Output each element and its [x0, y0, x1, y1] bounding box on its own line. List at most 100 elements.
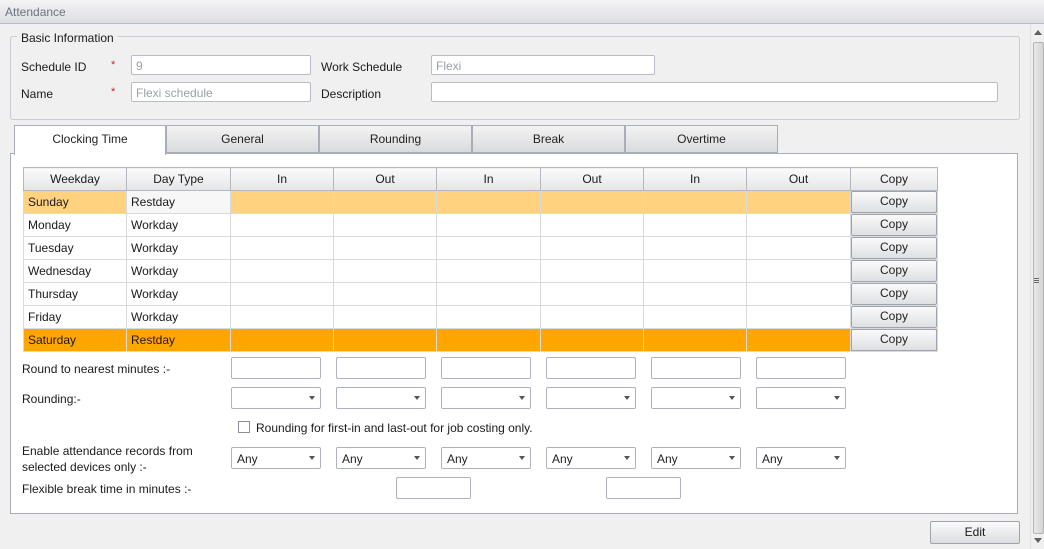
day-type-cell[interactable]: Restday	[126, 328, 231, 352]
time-cell[interactable]	[746, 328, 851, 352]
time-cell[interactable]	[746, 282, 851, 306]
rounding-dropdown[interactable]	[441, 387, 531, 409]
time-cell[interactable]	[540, 236, 644, 260]
round-nearest-input[interactable]	[336, 357, 426, 379]
day-type-cell[interactable]: Workday	[126, 305, 231, 329]
time-cell[interactable]	[333, 190, 437, 214]
scrollbar-thumb[interactable]	[1033, 42, 1044, 534]
column-header-copy[interactable]: Copy	[850, 167, 938, 191]
day-type-cell[interactable]: Workday	[126, 213, 231, 237]
device-dropdown[interactable]: Any	[756, 447, 846, 469]
tab-general[interactable]: General	[166, 125, 319, 153]
copy-button[interactable]: Copy	[851, 283, 937, 305]
table-row[interactable]: Monday Workday Copy	[23, 213, 938, 237]
weekday-cell[interactable]: Wednesday	[23, 259, 127, 283]
time-cell[interactable]	[230, 259, 334, 283]
rounding-dropdown[interactable]	[651, 387, 741, 409]
copy-button[interactable]: Copy	[851, 260, 937, 282]
time-cell[interactable]	[436, 259, 541, 283]
column-header-out-2[interactable]: Out	[540, 167, 644, 191]
time-cell[interactable]	[436, 305, 541, 329]
table-row[interactable]: Friday Workday Copy	[23, 305, 938, 329]
time-cell[interactable]	[436, 190, 541, 214]
column-header-in-2[interactable]: In	[436, 167, 541, 191]
rounding-dropdown[interactable]	[756, 387, 846, 409]
time-cell[interactable]	[746, 259, 851, 283]
device-dropdown[interactable]: Any	[441, 447, 531, 469]
schedule-id-field[interactable]: 9	[131, 55, 311, 75]
day-type-cell[interactable]: Workday	[126, 282, 231, 306]
column-header-in-3[interactable]: In	[643, 167, 747, 191]
scroll-down-icon[interactable]	[1034, 538, 1042, 543]
table-row[interactable]: Tuesday Workday Copy	[23, 236, 938, 260]
day-type-cell[interactable]: Restday	[126, 190, 231, 214]
time-cell[interactable]	[436, 213, 541, 237]
time-cell[interactable]	[333, 328, 437, 352]
column-header-out-1[interactable]: Out	[333, 167, 437, 191]
table-row[interactable]: Thursday Workday Copy	[23, 282, 938, 306]
table-row[interactable]: Saturday Restday Copy	[23, 328, 938, 352]
round-nearest-input[interactable]	[651, 357, 741, 379]
round-nearest-input[interactable]	[231, 357, 321, 379]
weekday-cell[interactable]: Friday	[23, 305, 127, 329]
time-cell[interactable]	[230, 190, 334, 214]
device-dropdown[interactable]: Any	[546, 447, 636, 469]
table-row[interactable]: Sunday Restday Copy	[23, 190, 938, 214]
day-type-cell[interactable]: Workday	[126, 236, 231, 260]
time-cell[interactable]	[643, 259, 747, 283]
time-cell[interactable]	[230, 305, 334, 329]
edit-button[interactable]: Edit	[930, 521, 1020, 544]
rounding-job-costing-checkbox[interactable]	[238, 421, 250, 433]
time-cell[interactable]	[540, 305, 644, 329]
time-cell[interactable]	[746, 190, 851, 214]
rounding-dropdown[interactable]	[546, 387, 636, 409]
time-cell[interactable]	[643, 213, 747, 237]
time-cell[interactable]	[643, 305, 747, 329]
time-cell[interactable]	[333, 305, 437, 329]
tab-overtime[interactable]: Overtime	[625, 125, 778, 153]
device-dropdown[interactable]: Any	[231, 447, 321, 469]
round-nearest-input[interactable]	[546, 357, 636, 379]
round-nearest-input[interactable]	[441, 357, 531, 379]
column-header-out-3[interactable]: Out	[746, 167, 851, 191]
time-cell[interactable]	[643, 282, 747, 306]
weekday-cell[interactable]: Saturday	[23, 328, 127, 352]
time-cell[interactable]	[540, 259, 644, 283]
column-header-weekday[interactable]: Weekday	[23, 167, 127, 191]
table-row[interactable]: Wednesday Workday Copy	[23, 259, 938, 283]
copy-button[interactable]: Copy	[851, 329, 937, 351]
weekday-cell[interactable]: Thursday	[23, 282, 127, 306]
copy-button[interactable]: Copy	[851, 306, 937, 328]
time-cell[interactable]	[333, 282, 437, 306]
copy-button[interactable]: Copy	[851, 237, 937, 259]
time-cell[interactable]	[230, 213, 334, 237]
time-cell[interactable]	[230, 236, 334, 260]
time-cell[interactable]	[746, 305, 851, 329]
weekday-cell[interactable]: Sunday	[23, 190, 127, 214]
time-cell[interactable]	[230, 282, 334, 306]
time-cell[interactable]	[436, 282, 541, 306]
time-cell[interactable]	[643, 328, 747, 352]
time-cell[interactable]	[643, 236, 747, 260]
weekday-cell[interactable]: Monday	[23, 213, 127, 237]
time-cell[interactable]	[333, 213, 437, 237]
tab-break[interactable]: Break	[472, 125, 625, 153]
copy-button[interactable]: Copy	[851, 214, 937, 236]
name-field[interactable]: Flexi schedule	[131, 82, 311, 102]
vertical-scrollbar[interactable]	[1030, 24, 1044, 549]
time-cell[interactable]	[540, 190, 644, 214]
device-dropdown[interactable]: Any	[651, 447, 741, 469]
time-cell[interactable]	[746, 236, 851, 260]
tab-clocking-time[interactable]: Clocking Time	[14, 125, 166, 155]
time-cell[interactable]	[540, 328, 644, 352]
device-dropdown[interactable]: Any	[336, 447, 426, 469]
description-field[interactable]	[431, 82, 998, 102]
flexible-break-input[interactable]	[396, 477, 471, 499]
time-cell[interactable]	[436, 236, 541, 260]
work-schedule-field[interactable]: Flexi	[431, 55, 655, 75]
time-cell[interactable]	[230, 328, 334, 352]
scroll-up-icon[interactable]	[1034, 30, 1042, 35]
time-cell[interactable]	[436, 328, 541, 352]
time-cell[interactable]	[333, 259, 437, 283]
round-nearest-input[interactable]	[756, 357, 846, 379]
